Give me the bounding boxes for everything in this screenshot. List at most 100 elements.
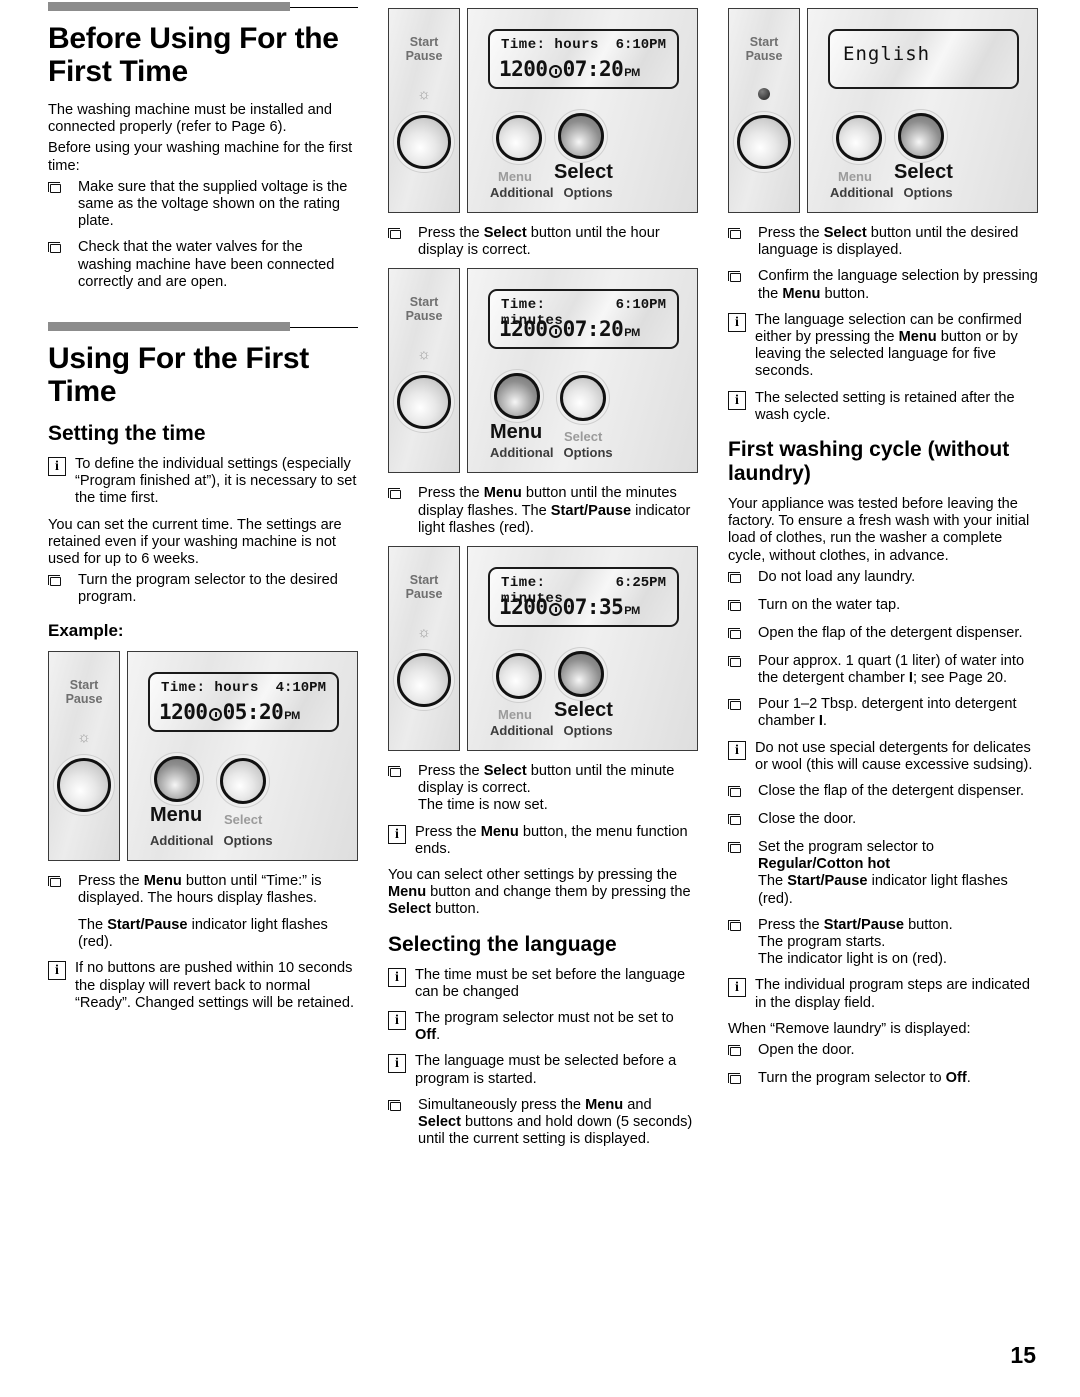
info-icon: i [388, 824, 415, 858]
section-rule-second [48, 320, 358, 334]
start-pause-button[interactable] [397, 653, 451, 708]
info-note-text: Do not use special detergents for delica… [755, 739, 1033, 773]
select-button[interactable] [220, 757, 266, 804]
list-item-text: Press the Select button until the hour d… [418, 225, 660, 259]
column-middle: Start Pause ☼ Time: hours 6:10PM 1200 07… [388, 0, 698, 1157]
select-button-label: Select [894, 161, 953, 183]
start-pause-button[interactable] [397, 115, 451, 169]
lcd-line-1: Time: hours 6:10PM [501, 37, 666, 53]
info-note: i The time must be set before the langua… [388, 967, 698, 1001]
checkbox-icon [388, 763, 418, 815]
start-pause-label: Start Pause [405, 295, 443, 324]
button-group-labels: Additional Options [150, 833, 347, 848]
checkbox-icon [48, 179, 78, 231]
checkbox-icon [728, 653, 758, 687]
checkbox-icon [728, 1042, 758, 1061]
list-item: Open the flap of the detergent dispenser… [728, 625, 1038, 644]
column-right: Start Pause English Menu Select Addition… [728, 0, 1038, 1157]
additional-label: Additional [150, 832, 214, 848]
indicator-light-icon [758, 88, 770, 100]
start-pause-label: Start Pause [405, 35, 443, 63]
lcd-clock-text: 4:10PM [275, 679, 326, 696]
menu-button[interactable] [154, 755, 200, 802]
lcd-display: English [828, 29, 1019, 89]
menu-button-label: Menu [490, 421, 543, 444]
info-note-text: The time must be set before the language… [415, 966, 686, 1000]
lcd-mode-text: Time: hours [161, 679, 259, 696]
subsection-selecting-the-language: Selecting the language [388, 932, 617, 956]
clock-icon [548, 65, 562, 78]
checkbox-icon [728, 811, 758, 830]
info-icon: i [728, 390, 755, 424]
indicator-light-icon: ☼ [77, 728, 91, 746]
menu-button-label: Menu [498, 707, 532, 723]
select-button[interactable] [560, 375, 606, 422]
start-pause-button[interactable] [737, 115, 791, 169]
select-button[interactable] [558, 651, 604, 698]
info-icon: i [728, 740, 755, 774]
menu-button[interactable] [836, 115, 882, 161]
info-note-text: Press the Menu button, the menu function… [415, 823, 688, 857]
menu-button[interactable] [494, 373, 540, 420]
display-and-buttons-section: English Menu Select Additional Options [807, 8, 1038, 213]
paragraph-remove-laundry: When “Remove laundry” is displayed: [728, 1020, 971, 1037]
lcd-line-2: 1200 05:20 PM [159, 700, 300, 724]
checkbox-icon [728, 625, 758, 644]
control-panel-illustration-language: Start Pause English Menu Select Addition… [728, 8, 1038, 213]
list-item-text: Press the Select button until the desire… [758, 225, 1019, 259]
select-button-label: Select [564, 429, 603, 445]
menu-button[interactable] [496, 115, 542, 161]
menu-button-label: Menu [838, 169, 872, 184]
list-item-text: Set the program selector to Regular/Cott… [758, 839, 1008, 907]
list-item-text: Close the flap of the detergent dispense… [758, 783, 1025, 800]
intro-paragraph-2: Before using your washing machine for th… [48, 140, 353, 174]
three-column-layout: Before Using For the First Time The wash… [0, 0, 1080, 1157]
control-panel-illustration-minutes: Start Pause ☼ Time: minutes 6:10PM 1200 … [388, 268, 698, 474]
info-icon: i [48, 456, 75, 508]
lcd-display: Time: minutes 6:10PM 1200 07:20 PM [488, 289, 679, 350]
checkbox-icon [728, 783, 758, 802]
info-icon: i [388, 967, 415, 1001]
start-pause-section: Start Pause [728, 8, 800, 213]
example-label: Example: [48, 620, 124, 640]
select-button[interactable] [898, 113, 944, 159]
info-note: i Press the Menu button, the menu functi… [388, 824, 698, 858]
list-item-text: Pour 1–2 Tbsp. detergent into detergent … [758, 696, 1017, 730]
lcd-line-2: 1200 07:20 PM [499, 57, 640, 81]
info-note: i The language selection can be confirme… [728, 312, 1038, 381]
control-panel-illustration-hours: Start Pause ☼ Time: hours 6:10PM 1200 07… [388, 8, 698, 213]
info-note-text: The program selector must not be set to … [415, 1010, 674, 1044]
page-number: 15 [1010, 1342, 1036, 1368]
control-panel-illustration-example: Start Pause ☼ Time: hours 4:10PM 1200 05… [48, 650, 358, 861]
start-pause-button[interactable] [397, 375, 451, 430]
list-item-text: Open the door. [758, 1042, 855, 1059]
lcd-meridiem: PM [284, 709, 300, 722]
list-item-text: Open the flap of the detergent dispenser… [758, 624, 1023, 641]
list-item: Turn the program selector to Off. [728, 1070, 1038, 1089]
lcd-line-2: 1200 07:35 PM [499, 595, 640, 620]
list-item: Open the door. [728, 1042, 1038, 1061]
paragraph-set-current-time: You can set the current time. The settin… [48, 516, 342, 568]
info-note: i The individual program steps are indic… [728, 977, 1038, 1011]
select-button-label: Select [224, 811, 263, 827]
info-icon: i [728, 977, 755, 1011]
list-item-text: Check that the water valves for the wash… [78, 239, 335, 290]
info-note-text: To define the individual settings (espec… [75, 456, 357, 507]
start-pause-button[interactable] [57, 757, 111, 812]
list-item: Simultaneously press the Menu and Select… [388, 1097, 698, 1149]
button-group-labels: Additional Options [490, 445, 613, 461]
list-item: Set the program selector to Regular/Cott… [728, 839, 1038, 908]
list-item-text: Press the Start/Pause button. The progra… [758, 916, 953, 968]
start-pause-section: Start Pause ☼ [388, 268, 460, 474]
list-item: Pour 1–2 Tbsp. detergent into detergent … [728, 696, 1038, 730]
info-note: i The language must be selected before a… [388, 1053, 698, 1087]
list-item-text: Confirm the language selection by pressi… [758, 268, 1038, 302]
info-note-text: The language selection can be confirmed … [755, 311, 1022, 380]
lcd-time-digits: 05:20 [222, 699, 284, 724]
select-button[interactable] [558, 113, 604, 159]
list-item-text: Simultaneously press the Menu and Select… [418, 1096, 693, 1148]
display-and-buttons-section: Time: hours 6:10PM 1200 07:20 PM Menu Se… [467, 8, 698, 213]
info-icon: i [388, 1010, 415, 1044]
menu-button[interactable] [496, 653, 542, 700]
button-group-labels: Additional Options [490, 185, 613, 200]
